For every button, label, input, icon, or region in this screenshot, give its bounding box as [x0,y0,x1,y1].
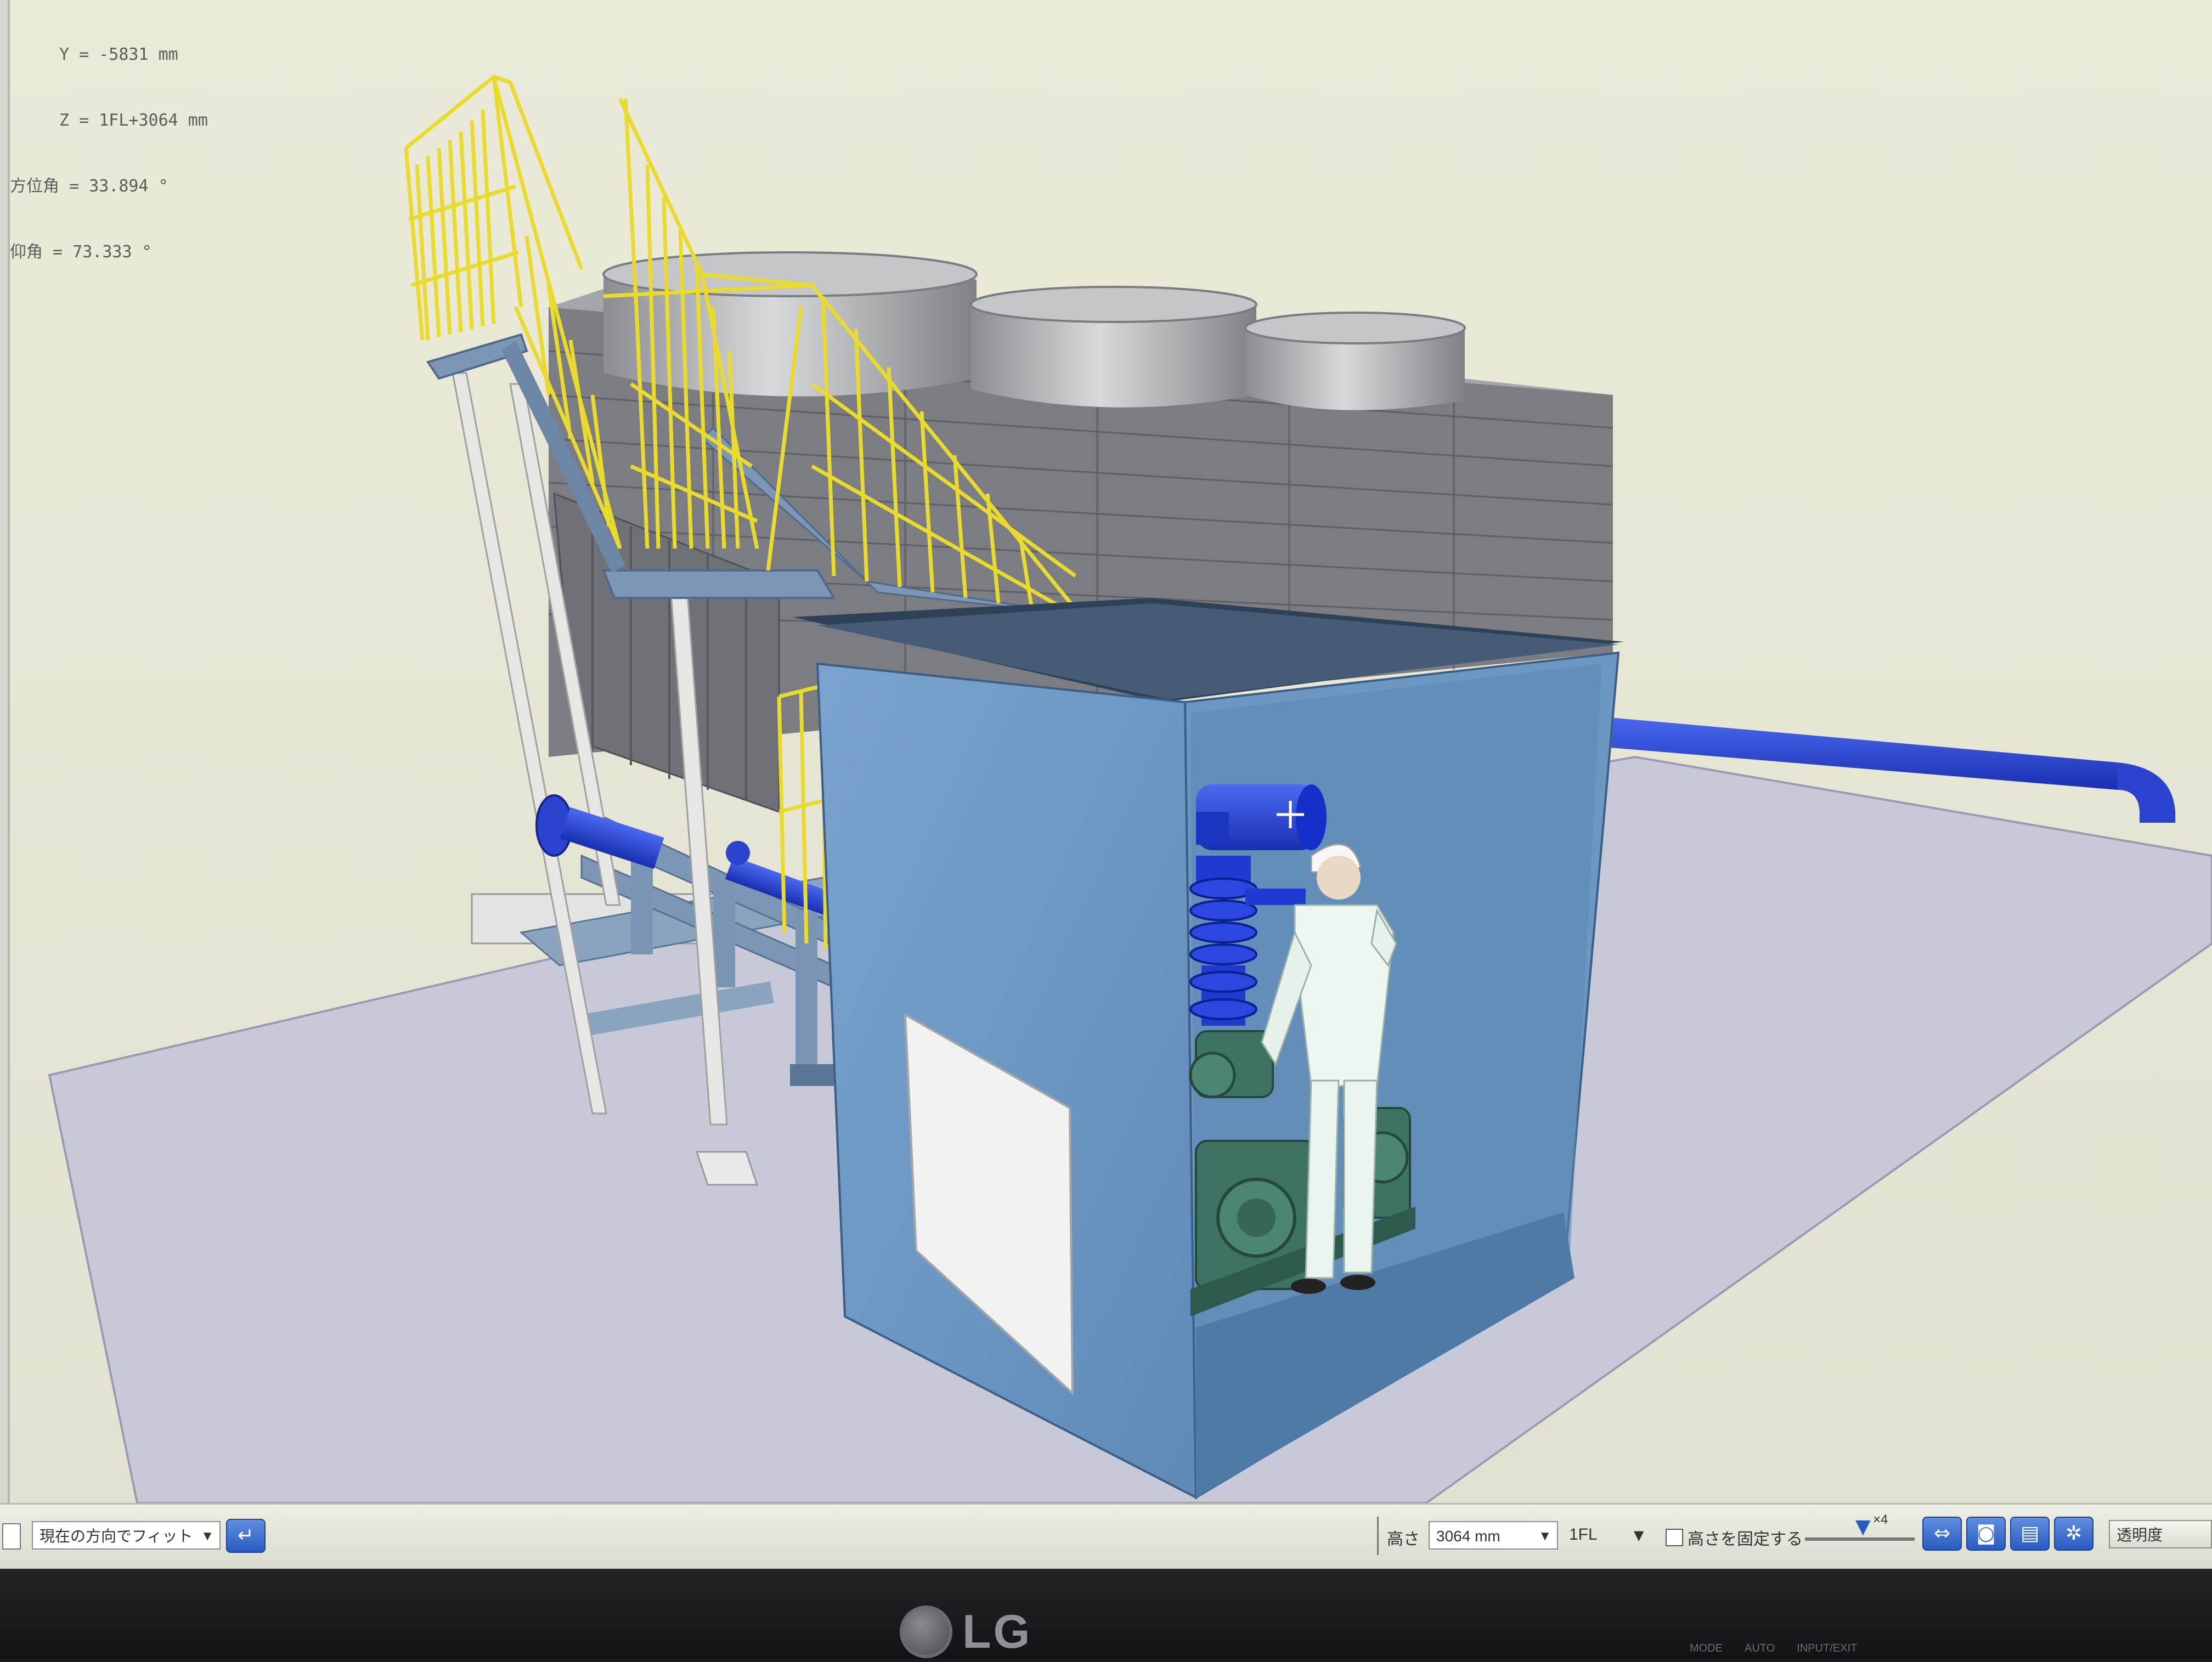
coord-z: Z = 1FL+3064 mm [59,111,208,130]
auto-button-label[interactable]: AUTO [1745,1642,1775,1655]
coord-elevation: 仰角 = 73.333 ° [10,242,152,262]
enter-icon: ↵ [237,1524,255,1547]
print-button[interactable]: ▤ [2010,1517,2050,1551]
monitor-buttons: MODE AUTO INPUT/EXIT [1690,1642,1857,1655]
mid-platform [602,569,836,599]
snapshot-button[interactable]: ◙ [1966,1517,2006,1551]
transparency-toggle[interactable]: 透明度 [2109,1520,2212,1548]
height-input[interactable]: 3064 mm ▼ [1429,1521,1558,1550]
zoom-slider-thumb-icon[interactable]: ▼ [1855,1516,1871,1538]
brand-label: LG [962,1605,1032,1658]
double-arrow-icon: ⇔ [1933,1522,1951,1545]
cad-screen: Y = -5831 mm Z = 1FL+3064 mm 方位角 = 33.89… [0,0,2212,1569]
monitor-logo: LG [900,1602,1032,1662]
coord-azimuth: 方位角 = 33.894 ° [10,177,168,196]
height-value: 3064 mm [1436,1528,1500,1545]
settings-button[interactable]: ✲ [2054,1517,2094,1551]
transparency-label: 透明度 [2117,1527,2163,1544]
floor-value: 1FL [1569,1525,1598,1544]
coordinate-readout: Y = -5831 mm Z = 1FL+3064 mm 方位角 = 33.89… [10,0,208,307]
divider [1377,1517,1379,1555]
gear-icon: ✲ [2065,1522,2083,1545]
lg-logo-icon [900,1606,952,1658]
print-icon: ▤ [2020,1522,2039,1545]
input-exit-button-label[interactable]: INPUT/EXIT [1797,1642,1857,1655]
mode-button-label[interactable]: MODE [1690,1642,1723,1655]
apply-fit-button[interactable]: ↵ [226,1519,266,1553]
coord-y: Y = -5831 mm [59,45,178,64]
zoom-label: ×4 [1873,1512,1888,1527]
floor-dropdown-icon[interactable]: ▼ [1634,1528,1644,1543]
monitor-bezel [0,1569,2212,1659]
3d-viewport[interactable] [0,0,2212,1503]
left-checkbox[interactable] [2,1523,21,1550]
fit-mode-label: 現在の方向でフィット [40,1528,193,1545]
status-bar: 現在の方向でフィット ▼ ↵ 高さ 3064 mm ▼ 1FL ▼ 高さを固定す… [0,1503,2212,1569]
chevron-down-icon: ▼ [201,1529,214,1544]
chevron-down-icon: ▼ [1538,1529,1551,1544]
pan-button[interactable]: ⇔ [1922,1517,1962,1551]
height-label: 高さ [1387,1530,1420,1548]
fix-height-label: 高さを固定する [1688,1530,1803,1548]
camera-icon: ◙ [1976,1522,1996,1545]
fix-height-checkbox[interactable] [1666,1529,1683,1546]
fit-mode-select[interactable]: 現在の方向でフィット ▼ [32,1521,221,1550]
